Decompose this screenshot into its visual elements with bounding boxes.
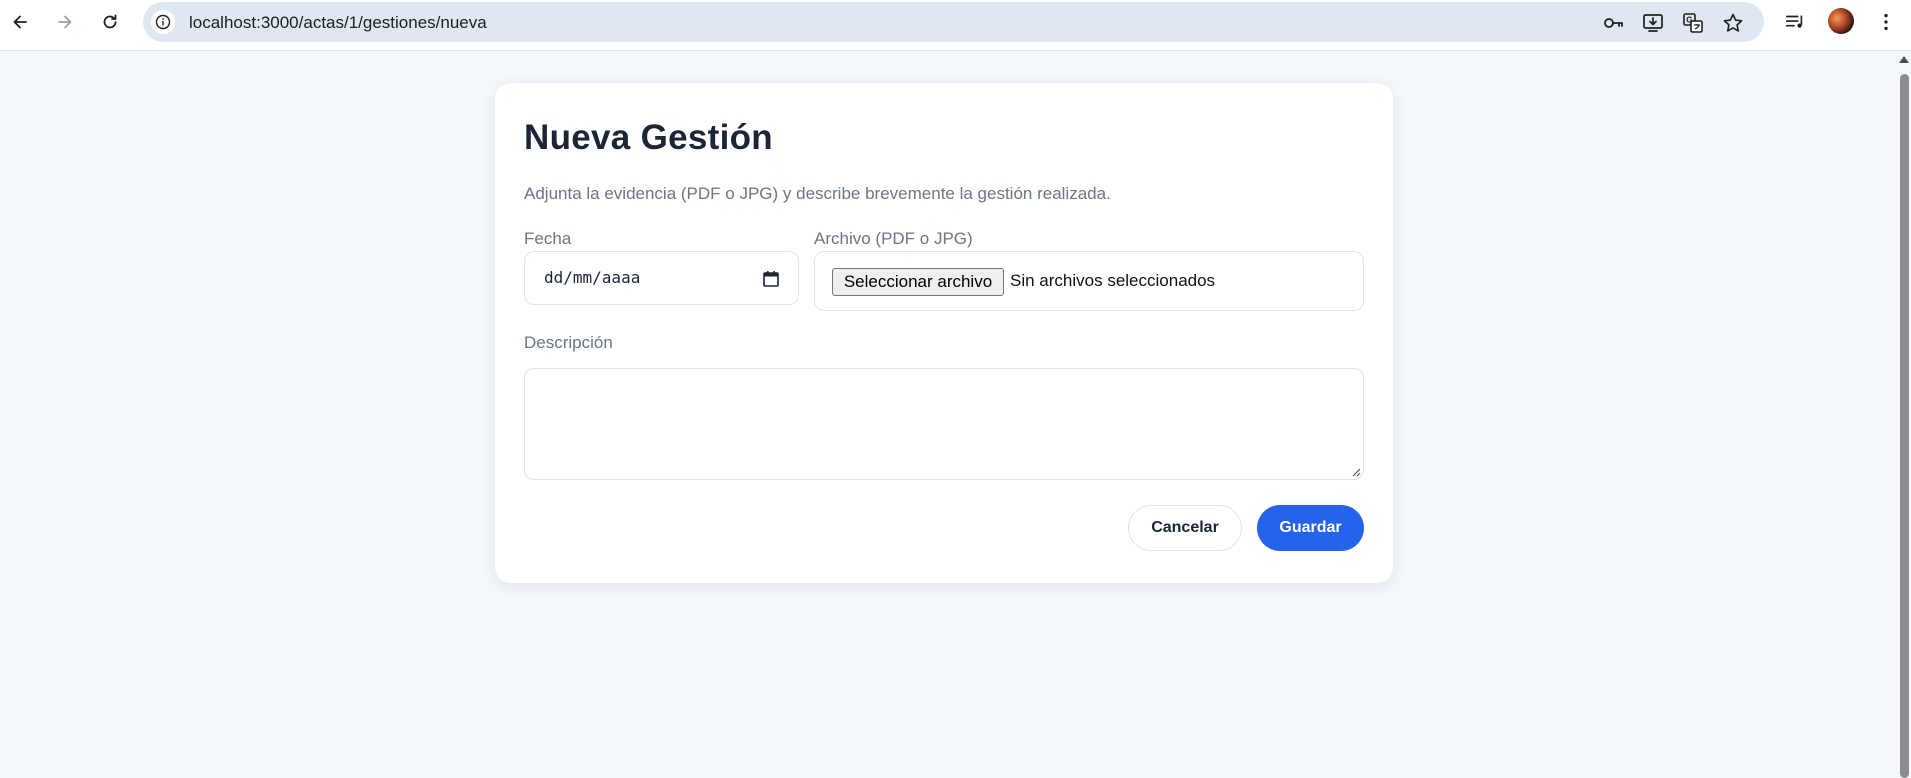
translate-icon[interactable]: G [1682,12,1704,34]
save-button[interactable]: Guardar [1257,505,1364,551]
install-app-icon[interactable] [1642,12,1664,34]
date-label: Fecha [524,229,572,248]
date-placeholder: dd/mm/aaaa [544,268,641,287]
calendar-icon[interactable] [761,269,781,289]
form-description: Adjunta la evidencia (PDF o JPG) y descr… [524,184,1111,203]
forward-button[interactable] [49,6,81,38]
forward-arrow-icon [58,15,72,29]
scroll-up-arrow-icon[interactable] [1899,56,1909,63]
reload-button[interactable] [94,6,126,38]
site-info-icon [155,14,171,30]
description-textarea[interactable] [524,368,1364,480]
site-info-button[interactable] [151,10,175,34]
url-text[interactable]: localhost:3000/actas/1/gestiones/nueva [189,13,487,33]
svg-text:G: G [1686,16,1692,25]
page-title: Nueva Gestión [524,118,773,157]
file-label: Archivo (PDF o JPG) [814,229,973,248]
profile-avatar[interactable] [1828,8,1854,34]
file-input[interactable]: Seleccionar archivo Sin archivos selecci… [814,251,1364,311]
browser-toolbar: localhost:3000/actas/1/gestiones/nueva G [0,0,1911,51]
file-status-text: Sin archivos seleccionados [1010,271,1216,290]
back-button[interactable] [4,6,36,38]
description-label: Descripción [524,333,613,352]
cancel-button[interactable]: Cancelar [1128,505,1242,551]
reload-icon [103,14,117,29]
page-scrollbar[interactable] [1897,52,1911,778]
more-menu-icon[interactable] [1874,10,1898,34]
back-arrow-icon [13,15,27,29]
resize-grip-icon[interactable] [1351,467,1361,477]
media-queue-icon[interactable] [1783,10,1807,34]
scroll-thumb[interactable] [1900,74,1909,778]
date-input[interactable]: dd/mm/aaaa [524,251,799,305]
password-key-icon[interactable] [1602,12,1624,34]
address-bar[interactable]: localhost:3000/actas/1/gestiones/nueva G [143,2,1764,42]
bookmark-star-icon[interactable] [1722,12,1744,34]
form-card: Nueva Gestión Adjunta la evidencia (PDF … [495,83,1393,583]
choose-file-button[interactable]: Seleccionar archivo [832,268,1004,296]
